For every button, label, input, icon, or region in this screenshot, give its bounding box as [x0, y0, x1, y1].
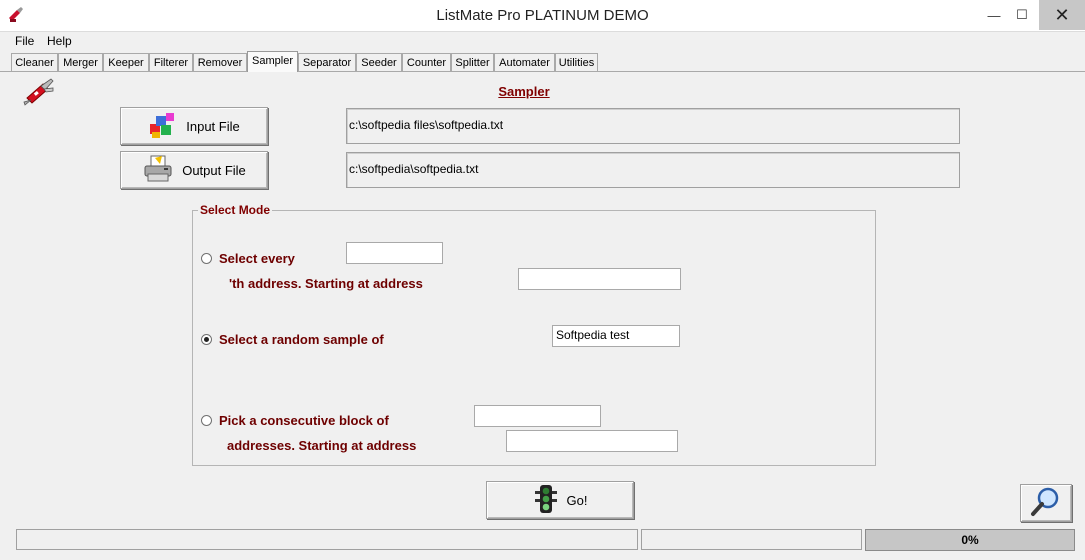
tab-remover[interactable]: Remover [193, 53, 247, 71]
tab-utilities[interactable]: Utilities [555, 53, 598, 71]
tab-automater[interactable]: Automater [494, 53, 555, 71]
go-label: Go! [566, 492, 588, 508]
tab-seeder[interactable]: Seeder [356, 53, 402, 71]
consecutive-block-label: Pick a consecutive block of [219, 413, 389, 428]
random-sample-input[interactable]: Softpedia test [552, 325, 680, 347]
every-start-input[interactable] [518, 268, 681, 290]
title-bar: ListMate Pro PLATINUM DEMO — ☐ ✕ [0, 0, 1085, 32]
menu-help[interactable]: Help [47, 34, 72, 48]
tab-separator[interactable]: Separator [298, 53, 356, 71]
tab-counter[interactable]: Counter [402, 53, 451, 71]
printer-icon [142, 154, 174, 187]
window-title: ListMate Pro PLATINUM DEMO [436, 7, 649, 24]
tab-sampler[interactable]: Sampler [247, 51, 298, 72]
every-start-label: 'th address. Starting at address [229, 276, 423, 291]
menu-bar: File Help [0, 32, 1085, 51]
tab-filterer[interactable]: Filterer [149, 53, 193, 71]
status-panel-middle [641, 529, 862, 550]
input-file-label: Input File [186, 118, 240, 134]
tab-splitter[interactable]: Splitter [451, 53, 494, 71]
search-button[interactable] [1020, 484, 1072, 522]
tab-keeper[interactable]: Keeper [103, 53, 149, 71]
radio-consecutive-block[interactable] [201, 415, 212, 426]
input-file-button[interactable]: Input File [120, 107, 268, 145]
random-sample-label: Select a random sample of [219, 332, 384, 347]
select-mode-legend: Select Mode [198, 203, 273, 217]
output-file-label: Output File [182, 162, 246, 178]
swiss-knife-icon [23, 78, 57, 109]
block-size-input[interactable] [474, 405, 601, 427]
magnifier-icon [1030, 486, 1062, 521]
block-start-input[interactable] [506, 430, 678, 452]
tab-cleaner[interactable]: Cleaner [11, 53, 58, 71]
output-file-button[interactable]: Output File [120, 151, 268, 189]
go-button[interactable]: Go! [486, 481, 634, 519]
every-n-input[interactable] [346, 242, 443, 264]
output-path-field[interactable]: c:\softpedia\softpedia.txt [346, 152, 960, 188]
radio-selected-dot [204, 337, 209, 342]
cubes-icon [148, 110, 178, 143]
traffic-light-icon [533, 484, 559, 517]
status-panel-left [16, 529, 638, 550]
input-path-field[interactable]: c:\softpedia files\softpedia.txt [346, 108, 960, 144]
tab-merger[interactable]: Merger [58, 53, 103, 71]
menu-file[interactable]: File [15, 34, 34, 48]
select-every-label: Select every [219, 251, 295, 266]
block-start-label: addresses. Starting at address [227, 438, 417, 453]
close-button[interactable]: ✕ [1039, 0, 1085, 30]
radio-random-sample[interactable] [201, 334, 212, 345]
progress-bar: 0% [865, 529, 1075, 551]
maximize-button[interactable]: ☐ [1005, 0, 1039, 30]
section-title: Sampler [498, 84, 550, 99]
radio-select-every[interactable] [201, 253, 212, 264]
